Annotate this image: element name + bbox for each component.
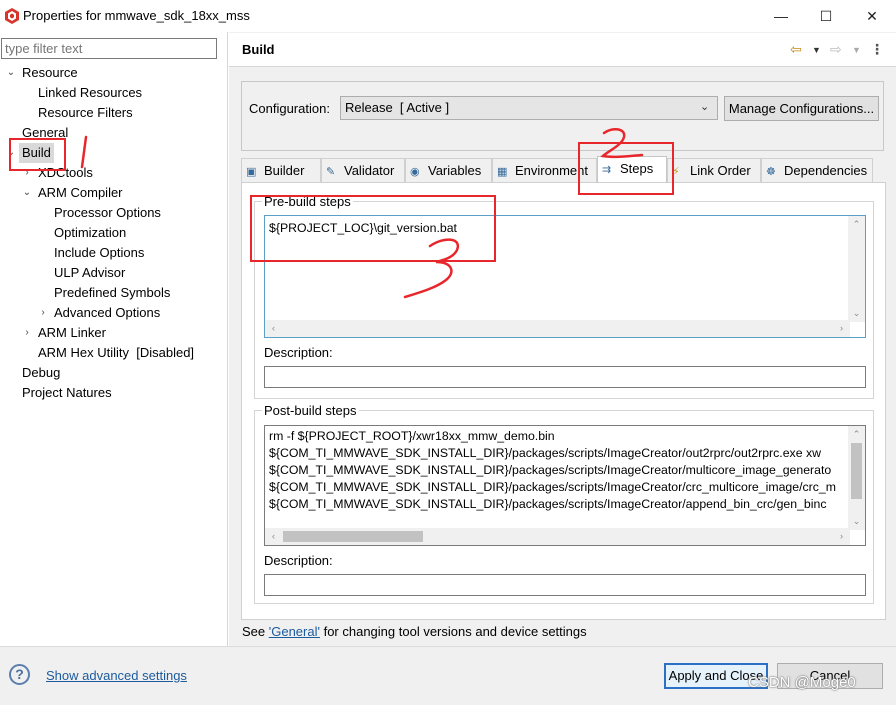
annotation-marks [80,128,644,299]
